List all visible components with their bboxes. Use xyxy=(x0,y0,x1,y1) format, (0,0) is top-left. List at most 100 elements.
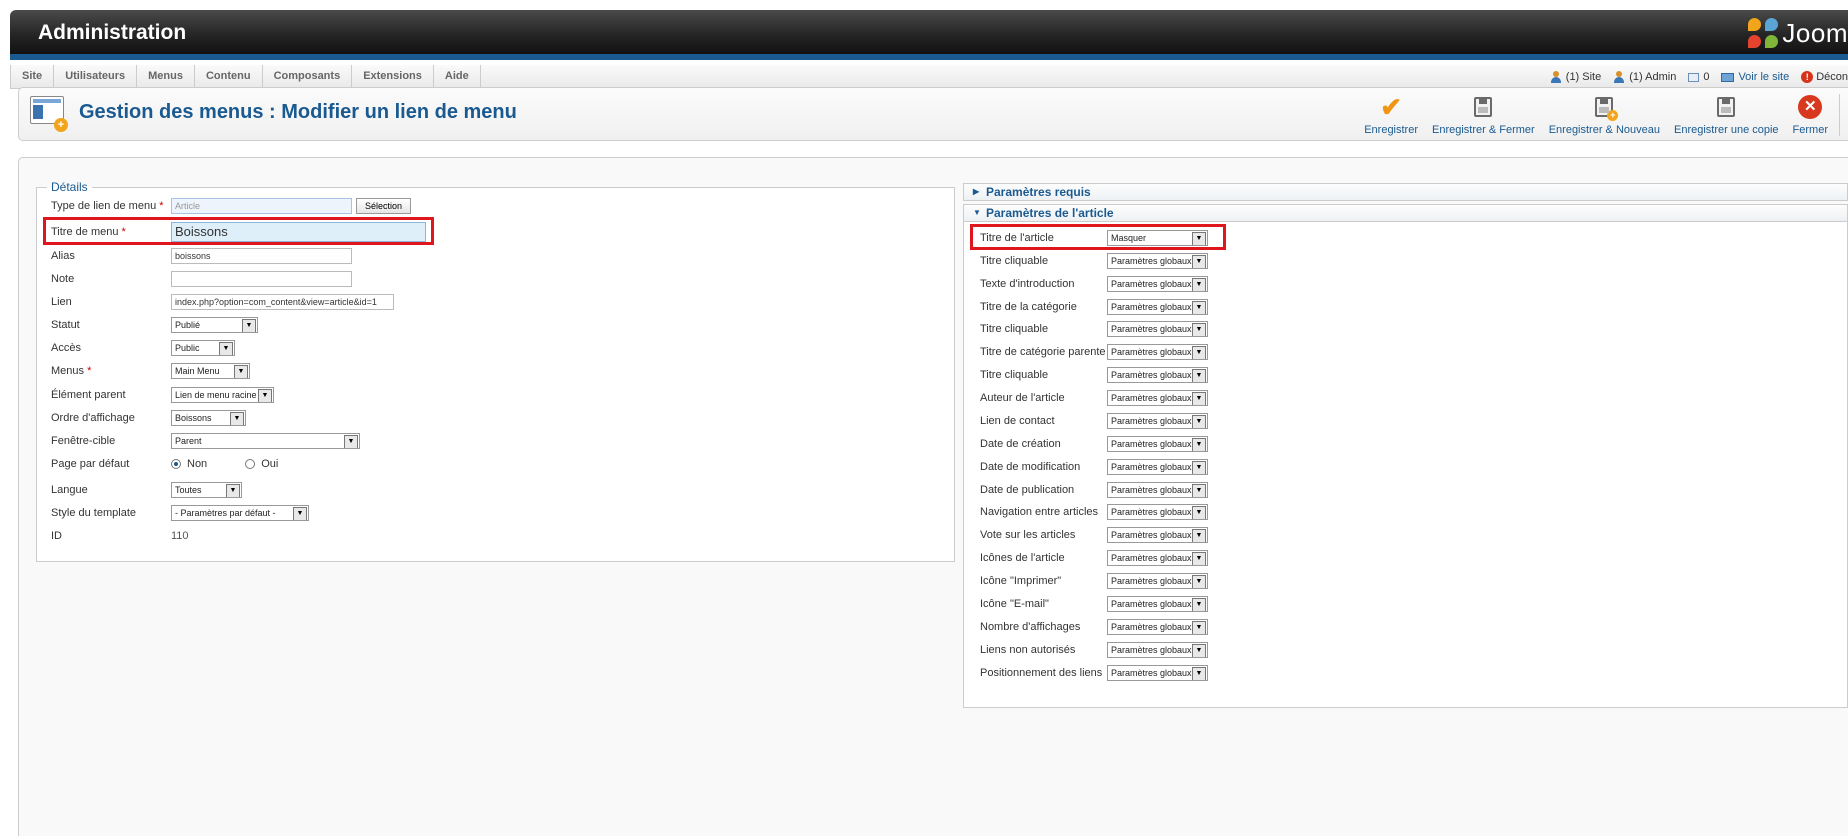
param-row: Date de modification Paramètres globaux xyxy=(980,458,1208,476)
save-close-button[interactable]: Enregistrer & Fermer xyxy=(1425,94,1542,136)
param-row: Nombre d'affichages Paramètres globaux xyxy=(980,618,1208,636)
status-messages[interactable]: 0 xyxy=(1688,71,1709,83)
logout-link[interactable]: ! Décon xyxy=(1801,71,1848,83)
alias-field[interactable]: boissons xyxy=(171,248,352,264)
logout-icon: ! xyxy=(1801,71,1814,83)
highlight-article-title xyxy=(970,224,1226,250)
access-select[interactable]: Public xyxy=(171,340,235,356)
param-select[interactable]: Paramètres globaux xyxy=(1107,299,1208,315)
default-yes-radio[interactable]: Oui xyxy=(245,458,278,470)
row-menu-type: Type de lien de menu * Article Sélection xyxy=(51,196,412,216)
language-select[interactable]: Toutes xyxy=(171,482,242,498)
toolbar-buttons: ✔ Enregistrer Enregistrer & Fermer + Enr… xyxy=(1357,94,1848,136)
select-type-button[interactable]: Sélection xyxy=(356,198,412,214)
param-select[interactable]: Paramètres globaux xyxy=(1107,344,1208,360)
row-id: ID 110 xyxy=(51,530,189,542)
menu-users[interactable]: Utilisateurs xyxy=(54,65,138,89)
template-style-select[interactable]: - Paramètres par défaut - xyxy=(171,505,309,521)
radio-checked-icon xyxy=(171,459,181,469)
screen-icon xyxy=(1721,72,1735,82)
row-order: Ordre d'affichage Boissons xyxy=(51,408,246,428)
param-select[interactable]: Paramètres globaux xyxy=(1107,550,1208,566)
param-row: Icônes de l'article Paramètres globaux xyxy=(980,549,1208,567)
param-row: Titre cliquable Paramètres globaux xyxy=(980,366,1208,384)
param-select[interactable]: Paramètres globaux xyxy=(1107,367,1208,383)
param-select[interactable]: Paramètres globaux xyxy=(1107,459,1208,475)
status-admin[interactable]: (1) Admin xyxy=(1613,71,1676,83)
menu-extensions[interactable]: Extensions xyxy=(352,65,434,89)
row-default-page: Page par défaut Non Oui xyxy=(51,458,279,470)
param-select[interactable]: Paramètres globaux xyxy=(1107,619,1208,635)
param-select[interactable]: Paramètres globaux xyxy=(1107,390,1208,406)
param-select[interactable]: Paramètres globaux xyxy=(1107,573,1208,589)
row-target: Fenêtre-cible Parent xyxy=(51,431,360,451)
menu-content[interactable]: Contenu xyxy=(195,65,263,89)
admin-title: Administration xyxy=(38,21,187,44)
param-select[interactable]: Paramètres globaux xyxy=(1107,321,1208,337)
note-field[interactable] xyxy=(171,271,352,287)
article-params-header[interactable]: ▼ Paramètres de l'article xyxy=(963,204,1848,222)
joomla-logo: Joom xyxy=(1748,16,1848,50)
row-access: Accès Public xyxy=(51,338,235,358)
param-row: Date de création Paramètres globaux xyxy=(980,435,1208,453)
param-select[interactable]: Paramètres globaux xyxy=(1107,276,1208,292)
parent-select[interactable]: Lien de menu racine xyxy=(171,387,274,403)
param-row: Auteur de l'article Paramètres globaux xyxy=(980,389,1208,407)
param-select[interactable]: Paramètres globaux xyxy=(1107,527,1208,543)
param-row: Positionnement des liens Paramètres globa… xyxy=(980,664,1208,682)
status-select[interactable]: Publié xyxy=(171,317,258,333)
param-row: Titre cliquable Paramètres globaux xyxy=(980,320,1208,338)
view-site-link[interactable]: Voir le site xyxy=(1721,71,1789,83)
highlight-menu-title xyxy=(43,217,434,245)
save-button[interactable]: ✔ Enregistrer xyxy=(1357,94,1425,136)
details-legend: Détails xyxy=(51,180,88,194)
status-site[interactable]: (1) Site xyxy=(1550,71,1601,83)
messages-icon xyxy=(1688,72,1700,82)
param-row: Icône "E-mail" Paramètres globaux xyxy=(980,595,1208,613)
menu-help[interactable]: Aide xyxy=(434,65,481,89)
param-row: Titre de catégorie parente Paramètres glo… xyxy=(980,343,1208,361)
menu-type-field[interactable]: Article xyxy=(171,198,352,214)
param-select[interactable]: Paramètres globaux xyxy=(1107,596,1208,612)
default-no-radio[interactable]: Non xyxy=(171,458,207,470)
floppy-disk-copy-icon xyxy=(1717,97,1736,117)
radio-unchecked-icon xyxy=(245,459,256,469)
logo-text: Joom xyxy=(1782,17,1848,48)
status-bar: (1) Site (1) Admin 0 Voir le site ! Décon xyxy=(1550,65,1848,89)
row-menus: Menus * Main Menu xyxy=(51,361,250,381)
param-row: Date de publication Paramètres globaux xyxy=(980,481,1208,499)
menu-components[interactable]: Composants xyxy=(263,65,353,89)
menu-menus[interactable]: Menus xyxy=(137,65,195,89)
param-row: Icône "Imprimer" Paramètres globaux xyxy=(980,572,1208,590)
link-field[interactable]: index.php?option=com_content&view=articl… xyxy=(171,294,394,310)
row-parent: Élément parent Lien de menu racine xyxy=(51,385,274,405)
save-new-button[interactable]: + Enregistrer & Nouveau xyxy=(1542,94,1667,136)
menu-manager-icon: + xyxy=(30,96,68,132)
page-title: Gestion des menus : Modifier un lien de … xyxy=(79,101,517,123)
param-select[interactable]: Paramètres globaux xyxy=(1107,436,1208,452)
floppy-disk-plus-icon: + xyxy=(1595,97,1619,121)
checkmark-icon: ✔ xyxy=(1380,92,1402,122)
param-select[interactable]: Paramètres globaux xyxy=(1107,642,1208,658)
row-status: Statut Publié xyxy=(51,315,258,335)
param-select[interactable]: Paramètres globaux xyxy=(1107,504,1208,520)
close-icon: ✕ xyxy=(1798,95,1823,119)
menus-select[interactable]: Main Menu xyxy=(171,363,250,379)
order-select[interactable]: Boissons xyxy=(171,410,246,426)
save-copy-button[interactable]: Enregistrer une copie xyxy=(1667,94,1786,136)
close-button[interactable]: ✕ Fermer xyxy=(1786,94,1835,136)
target-select[interactable]: Parent xyxy=(171,433,360,449)
param-select[interactable]: Paramètres globaux xyxy=(1107,253,1208,269)
required-params-header[interactable]: ▶ Paramètres requis xyxy=(963,183,1848,201)
param-select[interactable]: Paramètres globaux xyxy=(1107,413,1208,429)
row-note: Note xyxy=(51,269,352,289)
help-button[interactable] xyxy=(1839,94,1848,136)
menu-site[interactable]: Site xyxy=(11,65,55,89)
param-select[interactable]: Paramètres globaux xyxy=(1107,482,1208,498)
param-row: Navigation entre articles Paramètres glob… xyxy=(980,503,1208,521)
toolbar-box: + Gestion des menus : Modifier un lien d… xyxy=(18,87,1848,141)
param-row: Vote sur les articles Paramètres globaux xyxy=(980,526,1208,544)
admin-header: Administration Joom xyxy=(10,10,1848,60)
param-select[interactable]: Paramètres globaux xyxy=(1107,665,1208,681)
param-row: Titre de la catégorie Paramètres globaux xyxy=(980,298,1208,316)
